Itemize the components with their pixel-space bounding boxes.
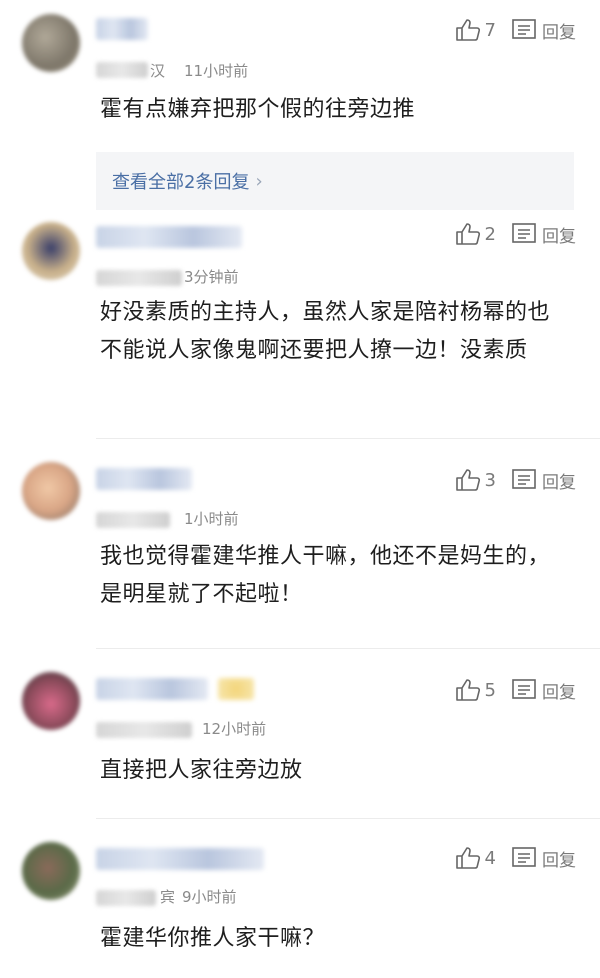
like-button[interactable]: 3 [455,468,512,492]
divider [96,818,600,819]
thumbs-up-icon [455,19,480,41]
username[interactable] [96,226,242,248]
comment-time: 9小时前 [182,888,237,906]
thumbs-up-icon [455,223,480,245]
comment-time: 1小时前 [184,510,239,528]
comment-text: 直接把人家往旁边放 [100,758,303,783]
user-meta [96,270,182,286]
comment-icon [512,19,536,39]
reply-button[interactable]: 回复 [512,18,576,43]
user-meta [96,512,170,528]
thumbs-up-icon [455,847,480,869]
view-replies-label: 查看全部2条回复 [112,172,250,193]
comment-item: 汉 11小时前 7 回复 霍有点嫌弃把那个假的往旁边推 查看全部2条回复 › [0,0,600,212]
divider [96,648,600,649]
comment-item: 12小时前 5 回复 直接把人家往旁边放 [0,650,600,820]
comment-actions: 5 回复 [455,676,576,704]
username[interactable] [96,18,148,40]
comment-text: 霍建华你推人家干嘛？ [100,926,326,951]
avatar[interactable] [22,672,80,730]
like-button[interactable]: 5 [455,678,512,702]
reply-label: 回复 [542,226,576,247]
comment-actions: 4 回复 [455,844,576,872]
username[interactable] [96,678,208,700]
chevron-right-icon: › [255,170,263,192]
comment-text: 好没素质的主持人，虽然人家是陪衬杨幂的也不能说人家像鬼啊还要把人撩一边！没素质 [100,300,551,363]
comment-item: 宾 9小时前 4 回复 霍建华你推人家干嘛？ [0,820,600,978]
reply-label: 回复 [542,22,576,43]
username[interactable] [96,468,192,490]
like-count: 4 [484,847,496,869]
comment-actions: 7 回复 [455,16,576,44]
thumbs-up-icon [455,469,480,491]
reply-label: 回复 [542,850,576,871]
comment-actions: 3 回复 [455,466,576,494]
comment-prefix: 宾 [160,888,176,906]
reply-label: 回复 [542,682,576,703]
reply-button[interactable]: 回复 [512,678,576,703]
username[interactable] [96,848,264,870]
comment-item: 3分钟前 2 回复 好没素质的主持人，虽然人家是陪衬杨幂的也不能说人家像鬼啊还要… [0,212,600,440]
avatar[interactable] [22,222,80,280]
comment-icon [512,469,536,489]
comment-icon [512,679,536,699]
like-count: 2 [484,223,496,245]
view-all-replies-button[interactable]: 查看全部2条回复 › [96,152,574,210]
divider [96,438,600,439]
reply-label: 回复 [542,472,576,493]
comment-time: 12小时前 [202,720,267,738]
comment-text: 我也觉得霍建华推人干嘛，他还不是妈生的，是明星就了不起啦！ [100,544,551,607]
like-count: 3 [484,469,496,491]
thumbs-up-icon [455,679,480,701]
reply-button[interactable]: 回复 [512,846,576,871]
comment-icon [512,847,536,867]
avatar[interactable] [22,842,80,900]
user-meta [96,890,156,906]
like-button[interactable]: 2 [455,222,512,246]
badge-icon [218,678,254,700]
avatar[interactable] [22,462,80,520]
avatar[interactable] [22,14,80,72]
user-meta [96,62,148,78]
comment-text: 霍有点嫌弃把那个假的往旁边推 [100,97,416,122]
like-count: 7 [484,19,496,41]
comment-icon [512,223,536,243]
comment-prefix: 汉 [150,62,166,80]
like-button[interactable]: 4 [455,846,512,870]
comment-item: 1小时前 3 回复 我也觉得霍建华推人干嘛，他还不是妈生的，是明星就了不起啦！ [0,440,600,650]
like-button[interactable]: 7 [455,18,512,42]
like-count: 5 [484,679,496,701]
comment-actions: 2 回复 [455,220,576,248]
comment-time: 3分钟前 [184,268,239,286]
reply-button[interactable]: 回复 [512,222,576,247]
user-meta [96,722,192,738]
comment-time: 11小时前 [184,62,249,80]
reply-button[interactable]: 回复 [512,468,576,493]
